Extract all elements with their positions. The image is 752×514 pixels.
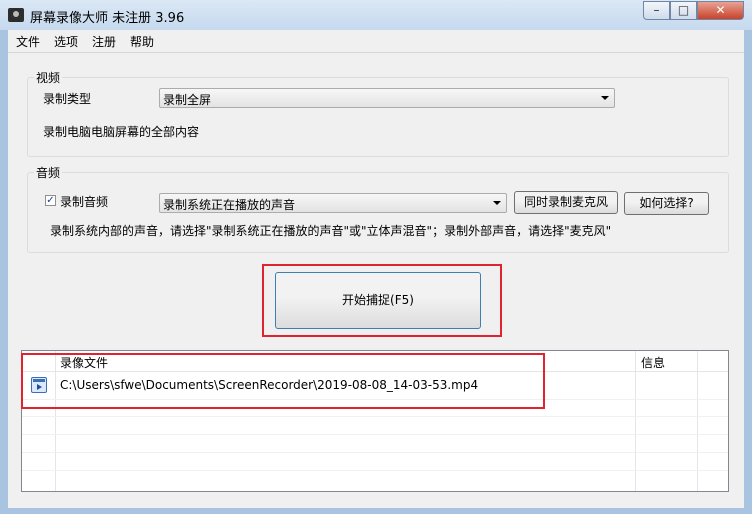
record-type-label: 录制类型 bbox=[43, 92, 92, 106]
audio-group: 音频 ✓ 录制音频 录制系统正在播放的声音 同时录制麦克风 如何选择? 录制系统… bbox=[27, 164, 729, 253]
app-window: 屏幕录像大师 未注册 3.96 – □ ✕ 文件 选项 注册 帮助 视频 录制类… bbox=[0, 0, 752, 514]
row-divider bbox=[22, 452, 728, 453]
menu-options[interactable]: 选项 bbox=[54, 33, 78, 50]
close-icon: ✕ bbox=[715, 3, 726, 17]
record-audio-checkbox[interactable]: ✓ bbox=[45, 195, 56, 206]
record-audio-label[interactable]: 录制音频 bbox=[60, 193, 108, 210]
record-type-value: 录制全屏 bbox=[163, 93, 212, 107]
video-description: 录制电脑电脑屏幕的全部内容 bbox=[43, 125, 200, 139]
audio-source-value: 录制系统正在播放的声音 bbox=[163, 198, 296, 212]
row-divider bbox=[22, 470, 728, 471]
audio-group-title: 音频 bbox=[34, 164, 63, 181]
column-header-info[interactable]: 信息 bbox=[641, 354, 665, 371]
client-area: 视频 录制类型 录制全屏 录制电脑电脑屏幕的全部内容 音频 ✓ 录制音频 录制系… bbox=[8, 52, 744, 508]
camera-icon[interactable] bbox=[8, 8, 24, 22]
record-type-select[interactable]: 录制全屏 bbox=[159, 88, 615, 108]
how-to-choose-button[interactable]: 如何选择? bbox=[624, 192, 709, 215]
menu-help[interactable]: 帮助 bbox=[130, 33, 154, 50]
row-divider bbox=[22, 416, 728, 417]
minimize-button[interactable]: – bbox=[643, 1, 670, 20]
chevron-down-icon bbox=[493, 201, 501, 205]
menu-register[interactable]: 注册 bbox=[92, 33, 116, 50]
chevron-down-icon bbox=[601, 96, 609, 100]
audio-source-select[interactable]: 录制系统正在播放的声音 bbox=[159, 193, 507, 213]
video-group-title: 视频 bbox=[34, 69, 63, 86]
menu-file[interactable]: 文件 bbox=[16, 33, 40, 50]
title-bar[interactable]: 屏幕录像大师 未注册 3.96 – □ ✕ bbox=[0, 0, 752, 30]
maximize-icon: □ bbox=[677, 3, 690, 17]
video-group: 视频 录制类型 录制全屏 录制电脑电脑屏幕的全部内容 bbox=[27, 69, 729, 157]
record-mic-button[interactable]: 同时录制麦克风 bbox=[514, 191, 618, 214]
close-button[interactable]: ✕ bbox=[697, 1, 744, 20]
minimize-icon: – bbox=[653, 3, 660, 17]
maximize-button[interactable]: □ bbox=[670, 1, 697, 20]
highlight-box bbox=[21, 353, 545, 409]
menu-bar: 文件 选项 注册 帮助 bbox=[8, 30, 744, 52]
audio-hint: 录制系统内部的声音，请选择"录制系统正在播放的声音"或"立体声混音"；录制外部声… bbox=[50, 224, 612, 238]
row-divider bbox=[22, 434, 728, 435]
highlight-box bbox=[262, 264, 502, 337]
window-title: 屏幕录像大师 未注册 3.96 bbox=[30, 11, 185, 26]
